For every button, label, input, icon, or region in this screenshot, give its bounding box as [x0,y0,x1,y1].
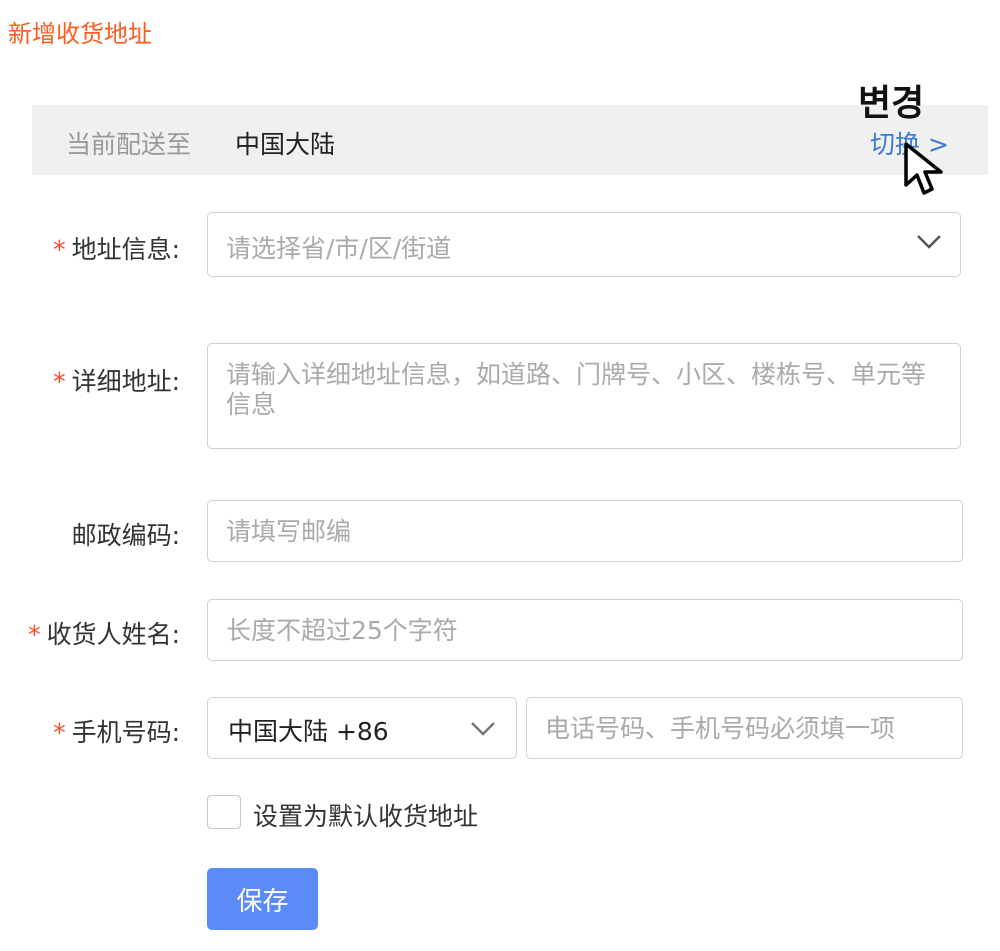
phone-number-field [526,697,963,759]
required-mark: * [28,620,41,649]
recipient-name-input[interactable] [208,600,962,660]
detail-address-label: * 详细地址: [0,362,180,398]
detail-address-textarea[interactable] [208,344,960,448]
address-select-placeholder: 请选择省/市/区/街道 [226,234,452,263]
region-value: 中国大陆 [235,130,336,159]
address-info-label-text: 地址信息: [71,235,180,264]
address-region-select[interactable]: 请选择省/市/区/街道 [207,212,961,277]
required-mark: * [53,367,66,396]
chevron-down-icon [471,722,495,736]
detail-address-label-text: 详细地址: [71,367,180,396]
postcode-input[interactable] [208,501,962,561]
default-address-label[interactable]: 设置为默认收货地址 [253,797,478,833]
postcode-field [207,500,963,562]
country-code-value: 中国大陆 +86 [228,717,389,746]
recipient-name-field [207,599,963,661]
recipient-name-label-text: 收货人姓名: [46,620,180,649]
mouse-cursor-icon [904,142,943,195]
phone-number-input[interactable] [527,698,962,758]
address-info-label: * 地址信息: [0,230,180,266]
annotation-label: 변경 [858,83,925,124]
save-button[interactable]: 保存 [207,868,318,930]
chevron-down-icon [917,235,941,249]
region-label: 当前配送至 [66,130,192,159]
postcode-label: 邮政编码: [71,521,180,550]
phone-label-text: 手机号码: [71,718,180,747]
page-title: 新增收货地址 [8,20,152,48]
delivery-region-bar: 当前配送至 中国大陆 切换 > [32,105,988,175]
detail-address-field [207,343,961,449]
country-code-select[interactable]: 中国大陆 +86 [207,697,517,759]
required-mark: * [53,718,66,747]
default-address-checkbox[interactable] [207,795,241,829]
recipient-name-label: * 收货人姓名: [0,615,180,651]
required-mark: * [53,235,66,264]
phone-label: * 手机号码: [0,713,180,749]
